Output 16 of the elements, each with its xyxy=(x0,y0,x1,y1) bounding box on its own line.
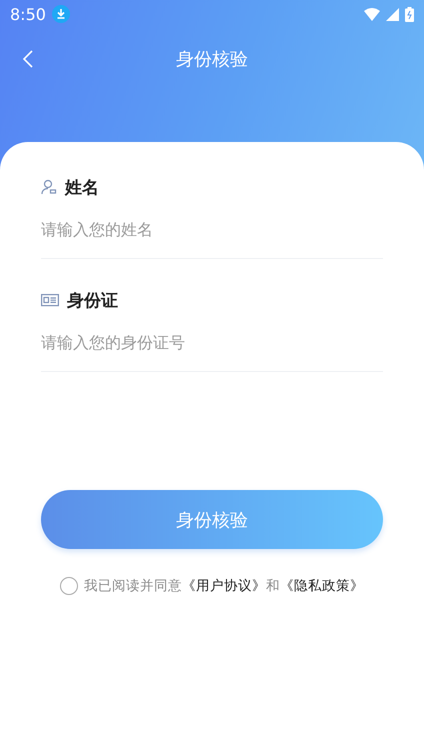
person-icon xyxy=(41,179,57,195)
conjunction-text: 和 xyxy=(266,577,280,595)
wifi-icon xyxy=(364,8,380,20)
field-label: 姓名 xyxy=(65,176,99,198)
privacy-policy-link[interactable]: 《隐私政策》 xyxy=(280,577,364,595)
chevron-left-icon xyxy=(22,49,34,69)
id-card-icon xyxy=(41,293,59,307)
signal-icon xyxy=(386,8,399,20)
user-agreement-link[interactable]: 《用户协议》 xyxy=(182,577,266,595)
battery-icon xyxy=(405,6,414,22)
download-icon xyxy=(52,5,70,23)
agreement-checkbox[interactable] xyxy=(60,577,78,595)
page-title: 身份核验 xyxy=(176,48,248,71)
field-label: 身份证 xyxy=(67,290,118,312)
status-time: 8:50 xyxy=(10,4,46,24)
agreement-text: 我已阅读并同意 xyxy=(84,577,182,595)
